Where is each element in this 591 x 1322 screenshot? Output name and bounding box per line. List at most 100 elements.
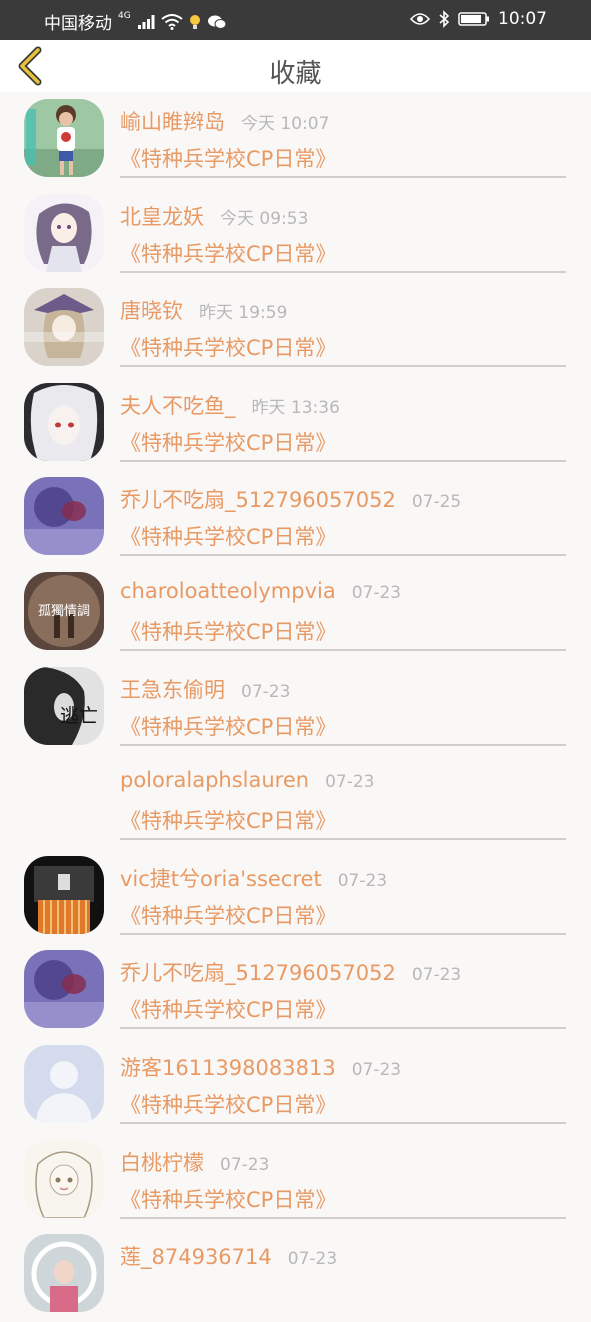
timestamp: 07-23 bbox=[411, 965, 462, 986]
list-item[interactable]: poloralaphslauren 07-23 《特种兵学校CP日常》 bbox=[0, 754, 591, 849]
work-title[interactable]: 《特种兵学校CP日常》 bbox=[120, 521, 336, 551]
user-name[interactable]: 白桃柠檬 bbox=[120, 1147, 204, 1177]
work-title[interactable]: 《特种兵学校CP日常》 bbox=[120, 900, 336, 930]
list-item[interactable]: 夫人不吃鱼_ 昨天 13:36 《特种兵学校CP日常》 bbox=[0, 376, 591, 471]
avatar[interactable] bbox=[24, 1044, 104, 1123]
timestamp: 今天 09:53 bbox=[220, 208, 309, 229]
signal-icon bbox=[137, 14, 155, 30]
timestamp: 07-23 bbox=[351, 582, 402, 603]
timestamp: 07-23 bbox=[241, 681, 291, 702]
work-title[interactable]: 《特种兵学校CP日常》 bbox=[120, 711, 336, 741]
list-item[interactable]: 逃亡 王急东偷明 07-23 《特种兵学校CP日常》 bbox=[0, 660, 591, 755]
list-item[interactable]: 孤獨情調 charoloatteolympvia 07-23 《特种兵学校CP日… bbox=[0, 565, 591, 660]
list-item[interactable]: vic捷t兮oria'ssecret 07-23 《特种兵学校CP日常》 bbox=[0, 849, 591, 944]
user-name[interactable]: poloralaphslauren bbox=[120, 768, 309, 792]
user-name[interactable]: 莲_874936714 bbox=[120, 1241, 272, 1271]
list-item[interactable]: 白桃柠檬 07-23 《特种兵学校CP日常》 bbox=[0, 1133, 591, 1228]
user-name[interactable]: vic捷t兮oria'ssecret bbox=[120, 863, 322, 893]
item-header: 夫人不吃鱼_ 昨天 13:36 bbox=[120, 390, 340, 420]
bulb-icon bbox=[189, 14, 201, 30]
divider bbox=[120, 554, 566, 557]
page-title: 收藏 bbox=[269, 59, 322, 89]
item-header: 游客1611398083813 07-23 bbox=[120, 1052, 401, 1082]
work-title[interactable]: 《特种兵学校CP日常》 bbox=[120, 332, 336, 362]
avatar[interactable] bbox=[24, 99, 104, 177]
bluetooth-icon bbox=[438, 10, 450, 28]
avatar[interactable] bbox=[24, 193, 104, 272]
item-header: 乔儿不吃扇_512796057052 07-25 bbox=[120, 484, 461, 514]
avatar[interactable] bbox=[24, 288, 104, 367]
user-name[interactable]: charoloatteolympvia bbox=[120, 579, 336, 603]
timestamp: 今天 10:07 bbox=[241, 114, 330, 134]
item-header: 王急东偷明 07-23 bbox=[120, 674, 290, 704]
divider bbox=[120, 648, 566, 651]
divider bbox=[120, 1121, 566, 1124]
user-name[interactable]: 游客1611398083813 bbox=[120, 1052, 336, 1082]
divider bbox=[120, 270, 566, 273]
user-name[interactable]: 唐晓钦 bbox=[120, 295, 183, 325]
list-item[interactable]: 北皇龙妖 今天 09:53 《特种兵学校CP日常》 bbox=[0, 187, 591, 282]
user-name[interactable]: 崳山睢辫岛 bbox=[120, 106, 225, 136]
user-name[interactable]: 王急东偷明 bbox=[120, 674, 225, 704]
divider bbox=[120, 1216, 566, 1219]
favorites-list: 崳山睢辫岛 今天 10:07 《特种兵学校CP日常》 北皇龙妖 今天 09:53… bbox=[0, 92, 591, 1322]
work-title[interactable]: 《特种兵学校CP日常》 bbox=[120, 143, 336, 173]
timestamp: 07-23 bbox=[337, 870, 388, 891]
clock-label: 10:07 bbox=[498, 9, 547, 29]
item-header: 北皇龙妖 今天 09:53 bbox=[120, 201, 308, 231]
page-header: 收藏 bbox=[0, 40, 591, 92]
timestamp: 07-23 bbox=[351, 1059, 402, 1080]
avatar[interactable] bbox=[24, 477, 104, 556]
avatar[interactable]: 逃亡 bbox=[24, 666, 104, 745]
timestamp: 07-23 bbox=[220, 1154, 270, 1175]
status-left: 中国移动 4G bbox=[44, 9, 227, 34]
avatar[interactable] bbox=[24, 855, 104, 934]
list-item[interactable]: 崳山睢辫岛 今天 10:07 《特种兵学校CP日常》 bbox=[0, 92, 591, 187]
work-title[interactable]: 《特种兵学校CP日常》 bbox=[120, 1184, 336, 1214]
divider bbox=[120, 932, 566, 935]
list-item[interactable]: 乔儿不吃扇_512796057052 07-25 《特种兵学校CP日常》 bbox=[0, 470, 591, 565]
avatar[interactable]: 孤獨情調 bbox=[24, 571, 104, 650]
work-title[interactable]: 《特种兵学校CP日常》 bbox=[120, 805, 336, 835]
divider bbox=[120, 459, 566, 462]
work-title[interactable]: 《特种兵学校CP日常》 bbox=[120, 616, 336, 646]
timestamp: 昨天 13:36 bbox=[251, 397, 340, 418]
item-header: 白桃柠檬 07-23 bbox=[120, 1147, 269, 1177]
list-item[interactable]: 唐晓钦 昨天 19:59 《特种兵学校CP日常》 bbox=[0, 281, 591, 376]
divider bbox=[120, 743, 566, 746]
timestamp: 07-23 bbox=[325, 772, 375, 793]
divider bbox=[120, 176, 566, 178]
work-title[interactable]: 《特种兵学校CP日常》 bbox=[120, 1089, 336, 1119]
battery-icon bbox=[458, 11, 490, 27]
wechat-icon bbox=[207, 14, 227, 30]
wifi-icon bbox=[161, 13, 183, 30]
user-name[interactable]: 乔儿不吃扇_512796057052 bbox=[120, 957, 396, 987]
user-name[interactable]: 夫人不吃鱼_ bbox=[120, 390, 236, 420]
work-title[interactable]: 《特种兵学校CP日常》 bbox=[120, 427, 336, 457]
timestamp: 07-25 bbox=[411, 492, 462, 513]
user-name[interactable]: 乔儿不吃扇_512796057052 bbox=[120, 484, 396, 514]
divider bbox=[120, 838, 566, 841]
item-header: 莲_874936714 07-23 bbox=[120, 1241, 337, 1271]
list-item[interactable]: 游客1611398083813 07-23 《特种兵学校CP日常》 bbox=[0, 1038, 591, 1133]
list-item[interactable]: 乔儿不吃扇_512796057052 07-23 《特种兵学校CP日常》 bbox=[0, 943, 591, 1038]
avatar[interactable] bbox=[24, 950, 104, 1029]
work-title[interactable]: 《特种兵学校CP日常》 bbox=[120, 238, 336, 268]
list-item[interactable]: 莲_874936714 07-23 bbox=[0, 1227, 591, 1322]
carrier-label: 中国移动 bbox=[44, 14, 112, 34]
timestamp: 07-23 bbox=[287, 1249, 338, 1270]
avatar[interactable] bbox=[24, 1234, 104, 1313]
divider bbox=[120, 1027, 566, 1030]
avatar-caption: 逃亡 bbox=[60, 704, 99, 727]
avatar[interactable] bbox=[24, 382, 104, 461]
avatar-caption: 孤獨情調 bbox=[37, 603, 90, 619]
work-title[interactable]: 《特种兵学校CP日常》 bbox=[120, 994, 336, 1024]
timestamp: 昨天 19:59 bbox=[199, 303, 288, 324]
user-name[interactable]: 北皇龙妖 bbox=[120, 201, 204, 231]
avatar[interactable] bbox=[24, 1139, 104, 1218]
item-header: 崳山睢辫岛 今天 10:07 bbox=[120, 106, 329, 136]
item-header: charoloatteolympvia 07-23 bbox=[120, 579, 401, 603]
status-bar: 中国移动 4G 10:07 bbox=[0, 0, 591, 40]
divider bbox=[120, 365, 566, 368]
status-right: 10:07 bbox=[410, 9, 547, 29]
